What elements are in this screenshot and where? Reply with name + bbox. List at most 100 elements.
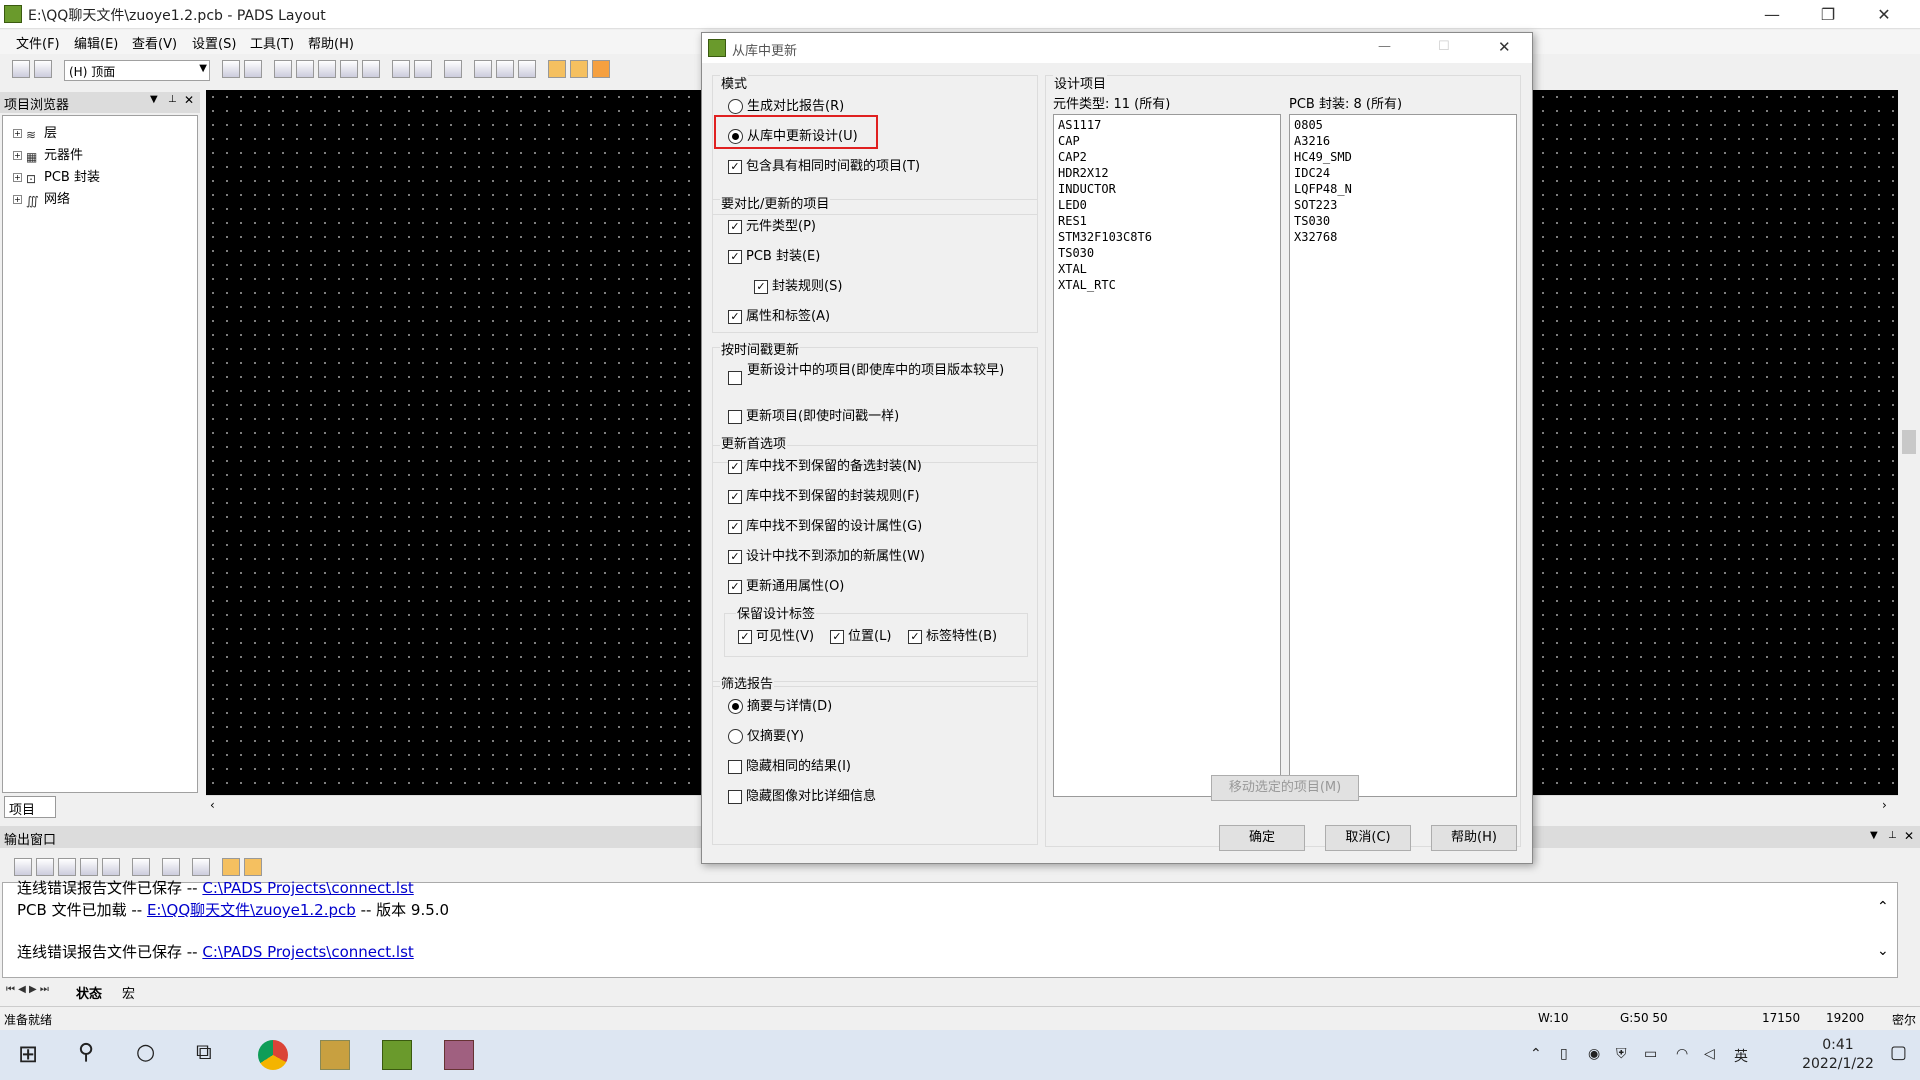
list-item[interactable]: CAP2 [1058,149,1276,165]
tab-macro[interactable]: 宏 [122,983,135,1002]
tab-status[interactable]: 状态 [76,983,102,1002]
list-item[interactable]: HDR2X12 [1058,165,1276,181]
save-icon[interactable] [34,60,52,78]
radio-summary-only[interactable]: 仅摘要(Y) [728,725,804,744]
cortana-icon[interactable]: ○ [136,1040,155,1065]
help-button[interactable]: 帮助(H) [1431,825,1517,851]
log-link[interactable]: C:\PADS Projects\connect.lst [202,943,413,961]
open-icon[interactable] [12,60,30,78]
checkbox-update-common-attrs[interactable]: ✓ 更新通用属性(O) [728,575,844,594]
list-item[interactable]: CAP [1058,133,1276,149]
menu-help[interactable]: 帮助(H) [308,33,354,52]
part-types-list[interactable]: AS1117 CAP CAP2 HDR2X12 INDUCTOR LED0 RE… [1053,114,1281,797]
tool-icon-2[interactable] [274,60,292,78]
checkbox-part-types[interactable]: ✓ 元件类型(P) [728,215,816,234]
tray-security-icon[interactable]: ⛨ [1616,1046,1627,1062]
undo-icon[interactable] [392,60,410,78]
find-icon[interactable] [192,858,210,876]
close-panel-icon[interactable]: ✕ [184,93,194,107]
tray-qq-icon[interactable]: ◉ [1588,1046,1600,1062]
menu-file[interactable]: 文件(F) [16,33,60,52]
scroll-up-icon[interactable]: ⌃ [1877,899,1889,915]
delete-icon[interactable] [132,858,150,876]
scroll-left-icon[interactable]: ‹ [210,798,215,812]
pads-router-icon[interactable] [444,1040,474,1070]
expand-icon[interactable]: + [13,195,22,204]
list-item[interactable]: RES1 [1058,213,1276,229]
scroll-thumb[interactable] [1902,430,1916,454]
notification-icon[interactable]: ▢ [1890,1042,1907,1063]
checkbox-update-same[interactable]: 更新项目(即使时间戳一样) [728,405,899,424]
list-item[interactable]: HC49_SMD [1294,149,1512,165]
checkbox-keep-decal-rules[interactable]: ✓ 库中找不到保留的封装规则(F) [728,485,920,504]
menu-tools[interactable]: 工具(T) [250,33,294,52]
edit-icon[interactable] [222,858,240,876]
list-item[interactable]: IDC24 [1294,165,1512,181]
expand-icon[interactable]: + [13,151,22,160]
tray-battery-icon[interactable]: ▭ [1644,1046,1657,1062]
dialog-close-button[interactable]: ✕ [1498,38,1511,56]
tool-icon-1[interactable] [222,60,240,78]
pads-layout-icon[interactable] [382,1040,412,1070]
log-link[interactable]: E:\QQ聊天文件\zuoye1.2.pcb [147,901,356,919]
log-link[interactable]: C:\PADS Projects\connect.lst [202,879,413,897]
tray-ime[interactable]: 英 [1734,1046,1748,1066]
refresh-icon[interactable] [244,60,262,78]
tray-volume-icon[interactable]: ◁ [1704,1046,1715,1062]
checkbox-keep-alt-decals[interactable]: ✓ 库中找不到保留的备选封装(N) [728,455,922,474]
menu-edit[interactable]: 编辑(E) [74,33,118,52]
checkbox-keep-design-attrs[interactable]: ✓ 库中找不到保留的设计属性(G) [728,515,922,534]
checkbox-attributes-labels[interactable]: ✓ 属性和标签(A) [728,305,830,324]
tray-usb-icon[interactable]: ▯ [1560,1046,1568,1062]
forward-icon[interactable] [36,858,54,876]
canvas-vertical-scrollbar[interactable] [1898,90,1920,795]
tree-item-decals[interactable]: + ⊡ PCB 封装 [13,166,100,186]
tool-icon-4[interactable] [318,60,336,78]
tree-item-nets[interactable]: + ∭ 网络 [13,188,70,208]
tree-item-components[interactable]: + ▦ 元器件 [13,144,83,164]
checkbox-decal-rules[interactable]: ✓ 封装规则(S) [754,275,842,294]
expand-icon[interactable]: + [13,173,22,182]
list-item[interactable]: LED0 [1058,197,1276,213]
stop-icon[interactable] [58,858,76,876]
radio-update-from-library[interactable]: 从库中更新设计(U) [728,125,858,144]
list-item[interactable]: XTAL_RTC [1058,277,1276,293]
redo-icon[interactable] [414,60,432,78]
checkbox-add-new-attrs[interactable]: ✓ 设计中找不到添加的新属性(W) [728,545,925,564]
cancel-button[interactable]: 取消(C) [1325,825,1411,851]
list-item[interactable]: STM32F103C8T6 [1058,229,1276,245]
checkbox-hide-same[interactable]: 隐藏相同的结果(I) [728,755,851,774]
move-selected-button[interactable]: 移动选定的项目(M) [1211,775,1359,801]
close-panel-icon[interactable]: ✕ [1904,829,1914,843]
list-item[interactable]: AS1117 [1058,117,1276,133]
scroll-right-icon[interactable]: › [1882,798,1887,812]
list-item[interactable]: XTAL [1058,261,1276,277]
list-item[interactable]: TS030 [1294,213,1512,229]
menu-setup[interactable]: 设置(S) [192,33,236,52]
tool-icon-5[interactable] [340,60,358,78]
minimize-button[interactable]: — [1744,0,1800,29]
list-item[interactable]: 0805 [1294,117,1512,133]
checkbox-label-visibility[interactable]: ✓ 可见性(V) [738,625,814,644]
grid-icon[interactable] [244,858,262,876]
tray-expand-icon[interactable]: ⌃ [1530,1046,1542,1062]
dropdown-icon[interactable]: ▼ [1870,830,1878,841]
tool-icon-9[interactable] [518,60,536,78]
menu-view[interactable]: 查看(V) [132,33,177,52]
dropdown-icon[interactable]: ▼ [150,94,158,105]
tool-icon-3[interactable] [296,60,314,78]
decals-list[interactable]: 0805 A3216 HC49_SMD IDC24 LQFP48_N SOT22… [1289,114,1517,797]
search-icon[interactable]: ⚲ [78,1040,94,1065]
pin-icon[interactable]: ⊥ [168,94,177,105]
windows-start-icon[interactable]: ⊞ [18,1040,38,1068]
checkbox-label-position[interactable]: ✓ 位置(L) [830,625,891,644]
tab-project[interactable]: 项目 [4,796,56,818]
list-item[interactable]: TS030 [1058,245,1276,261]
mode-icon-2[interactable] [570,60,588,78]
chrome-icon[interactable] [258,1040,288,1070]
tray-wifi-icon[interactable]: ◠ [1676,1046,1688,1062]
list-item[interactable]: A3216 [1294,133,1512,149]
taskbar-clock[interactable]: 0:41 2022/1/22 [1796,1036,1880,1074]
checkbox-hide-image-diff[interactable]: 隐藏图像对比详细信息 [728,785,876,804]
radio-generate-report[interactable]: 生成对比报告(R) [728,95,844,114]
